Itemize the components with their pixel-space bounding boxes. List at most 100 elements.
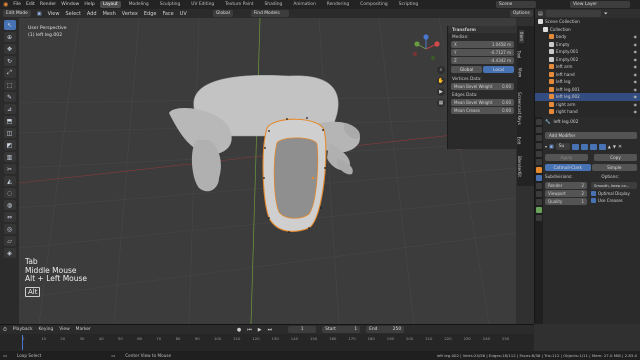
current-frame-field[interactable]: 1 xyxy=(288,326,317,333)
outliner-item[interactable]: left leg.001 ◉ xyxy=(535,86,640,94)
median-y-field[interactable]: Y -0.7127 m xyxy=(451,49,514,56)
particles-props-icon[interactable] xyxy=(536,183,542,189)
options-dropdown[interactable]: Options xyxy=(509,10,533,17)
render-props-icon[interactable] xyxy=(536,127,542,133)
outliner-search[interactable] xyxy=(545,10,601,17)
loop-cut-tool-icon[interactable]: ▥ xyxy=(3,152,16,162)
optimal-display-checkbox[interactable] xyxy=(591,191,596,196)
menu-mesh[interactable]: Mesh xyxy=(103,11,116,17)
start-frame-field[interactable]: Start 1 xyxy=(322,326,361,333)
menu-marker[interactable]: Marker xyxy=(76,327,91,332)
scale-tool-icon[interactable]: ⤢ xyxy=(3,68,16,78)
transform-tool-icon[interactable]: ⬚ xyxy=(3,80,16,90)
modifier-name-field[interactable]: Su xyxy=(555,143,570,150)
select-tool-icon[interactable]: ↖ xyxy=(3,20,16,30)
outliner-item[interactable]: right arm ◉ xyxy=(535,101,640,109)
visibility-eye-icon[interactable]: ◉ xyxy=(634,49,638,54)
render-toggle-icon[interactable] xyxy=(589,143,597,150)
visibility-eye-icon[interactable]: ◉ xyxy=(634,64,638,69)
menu-help[interactable]: Help xyxy=(84,2,94,7)
global-toggle[interactable]: Global xyxy=(451,66,482,73)
select-mode-vertex-icon[interactable]: ▣ xyxy=(37,11,42,17)
catmull-clark-toggle[interactable]: Catmull-Clark xyxy=(545,164,591,171)
visibility-eye-icon[interactable]: ◉ xyxy=(634,87,638,92)
find-models-field[interactable]: Find Models xyxy=(250,10,289,17)
outliner-item[interactable]: left leg ◉ xyxy=(535,78,640,86)
shear-tool-icon[interactable]: ▱ xyxy=(3,236,16,246)
tab-layout[interactable]: Layout xyxy=(99,1,121,8)
menu-vertex[interactable]: Vertex xyxy=(122,11,138,17)
local-toggle[interactable]: Local xyxy=(483,66,514,73)
object-props-icon[interactable] xyxy=(536,167,542,173)
measure-tool-icon[interactable]: ⊿ xyxy=(3,104,16,114)
outliner-item[interactable]: left leg.002 ◉ xyxy=(535,93,640,101)
move-up-icon[interactable]: ▲ xyxy=(608,144,611,149)
outliner-item[interactable]: left arm ◉ xyxy=(535,63,640,71)
mode-dropdown[interactable]: Edit Mode xyxy=(3,10,31,17)
cage-toggle-icon[interactable] xyxy=(598,143,606,150)
smooth-tool-icon[interactable]: ◍ xyxy=(3,200,16,210)
funnel-icon[interactable]: ⏷ xyxy=(604,11,608,17)
visibility-eye-icon[interactable]: ◉ xyxy=(634,57,638,62)
timeline-editor-icon[interactable]: ⏱ xyxy=(3,327,7,333)
use-creases-checkbox[interactable] xyxy=(591,198,596,203)
outliner-item[interactable]: body ◉ xyxy=(535,33,640,41)
edit-mode-toggle-icon[interactable] xyxy=(571,143,579,150)
viewport-levels-field[interactable]: Viewport 2 xyxy=(545,190,587,197)
outliner-item[interactable]: Empty.002 ◉ xyxy=(535,56,640,64)
menu-face[interactable]: Face xyxy=(162,11,173,17)
rotate-tool-icon[interactable]: ↻ xyxy=(3,56,16,66)
material-props-icon[interactable] xyxy=(536,215,542,221)
playhead[interactable] xyxy=(22,335,23,350)
output-props-icon[interactable] xyxy=(536,135,542,141)
tab-rendering[interactable]: Rendering xyxy=(324,1,352,8)
menu-select[interactable]: Select xyxy=(65,11,80,17)
zoom-view-icon[interactable]: ⌕ xyxy=(437,66,445,74)
constraints-props-icon[interactable] xyxy=(536,199,542,205)
mean-bevel-weight-edge-field[interactable]: Mean Bevel Weight 0.00 xyxy=(451,99,514,106)
3d-viewport[interactable]: User Perspective (1) left leg.002 ⌕ ✋ ▶ … xyxy=(19,18,516,324)
outliner-item[interactable]: right hand ◉ xyxy=(535,108,640,116)
apply-button[interactable]: Apply xyxy=(545,154,588,161)
blender-logo-icon[interactable]: ◉ xyxy=(3,1,8,8)
camera-view-icon[interactable]: ▶ xyxy=(437,88,445,96)
median-z-field[interactable]: Z -4.4342 m xyxy=(451,57,514,64)
viewport-toggle-icon[interactable] xyxy=(580,143,588,150)
quality-field[interactable]: Quality 1 xyxy=(545,198,587,205)
visibility-eye-icon[interactable]: ◉ xyxy=(634,79,638,84)
tab-uv-editing[interactable]: UV Editing xyxy=(188,1,217,8)
view-layer-props-icon[interactable] xyxy=(536,143,542,149)
tab-compositing[interactable]: Compositing xyxy=(357,1,391,8)
timeline-ruler[interactable]: 0 10 20 30 40 50 60 70 80 90 100 110 120 130 140 150 160… xyxy=(22,335,522,350)
tab-modeling[interactable]: Modeling xyxy=(126,1,152,8)
visibility-eye-icon[interactable]: ◉ xyxy=(634,42,638,47)
tab-tool[interactable]: Tool xyxy=(516,51,521,59)
menu-playback[interactable]: Playback xyxy=(13,327,33,332)
outliner-filter-icon[interactable]: ▤ xyxy=(538,11,543,17)
optimal-display-row[interactable]: Optimal Display xyxy=(591,190,637,197)
menu-file[interactable]: File xyxy=(13,2,21,7)
tab-scripting[interactable]: Scripting xyxy=(396,1,422,8)
tab-screencast-keys[interactable]: Screencast Keys xyxy=(517,92,522,125)
orientation-dropdown[interactable]: Global xyxy=(212,10,233,17)
record-icon[interactable]: ● xyxy=(237,327,241,333)
remove-modifier-icon[interactable]: ✕ xyxy=(618,144,622,150)
tab-animation[interactable]: Animation xyxy=(290,1,318,8)
transform-section-header[interactable]: Transform xyxy=(448,26,517,33)
use-creases-row[interactable]: Use Creases xyxy=(591,197,637,204)
cursor-tool-icon[interactable]: ⊕ xyxy=(3,32,16,42)
visibility-eye-icon[interactable]: ◉ xyxy=(634,109,638,114)
tab-blenderkit[interactable]: BlenderKit xyxy=(517,156,522,177)
outliner-item[interactable]: left hand ◉ xyxy=(535,71,640,79)
render-levels-field[interactable]: Render 2 xyxy=(545,182,587,189)
pan-view-icon[interactable]: ✋ xyxy=(437,77,445,85)
rip-tool-icon[interactable]: ◈ xyxy=(3,248,16,258)
add-modifier-button[interactable]: Add Modifier xyxy=(545,132,637,139)
extrude-tool-icon[interactable]: ⬒ xyxy=(3,116,16,126)
tab-edit[interactable]: Edit xyxy=(516,137,521,145)
physics-props-icon[interactable] xyxy=(536,191,542,197)
uv-smooth-dropdown[interactable]: Smooth, keep co... xyxy=(591,182,637,189)
menu-edge[interactable]: Edge xyxy=(144,11,157,17)
scene-props-icon[interactable] xyxy=(536,151,542,157)
ortho-toggle-icon[interactable]: ▦ xyxy=(437,99,445,107)
